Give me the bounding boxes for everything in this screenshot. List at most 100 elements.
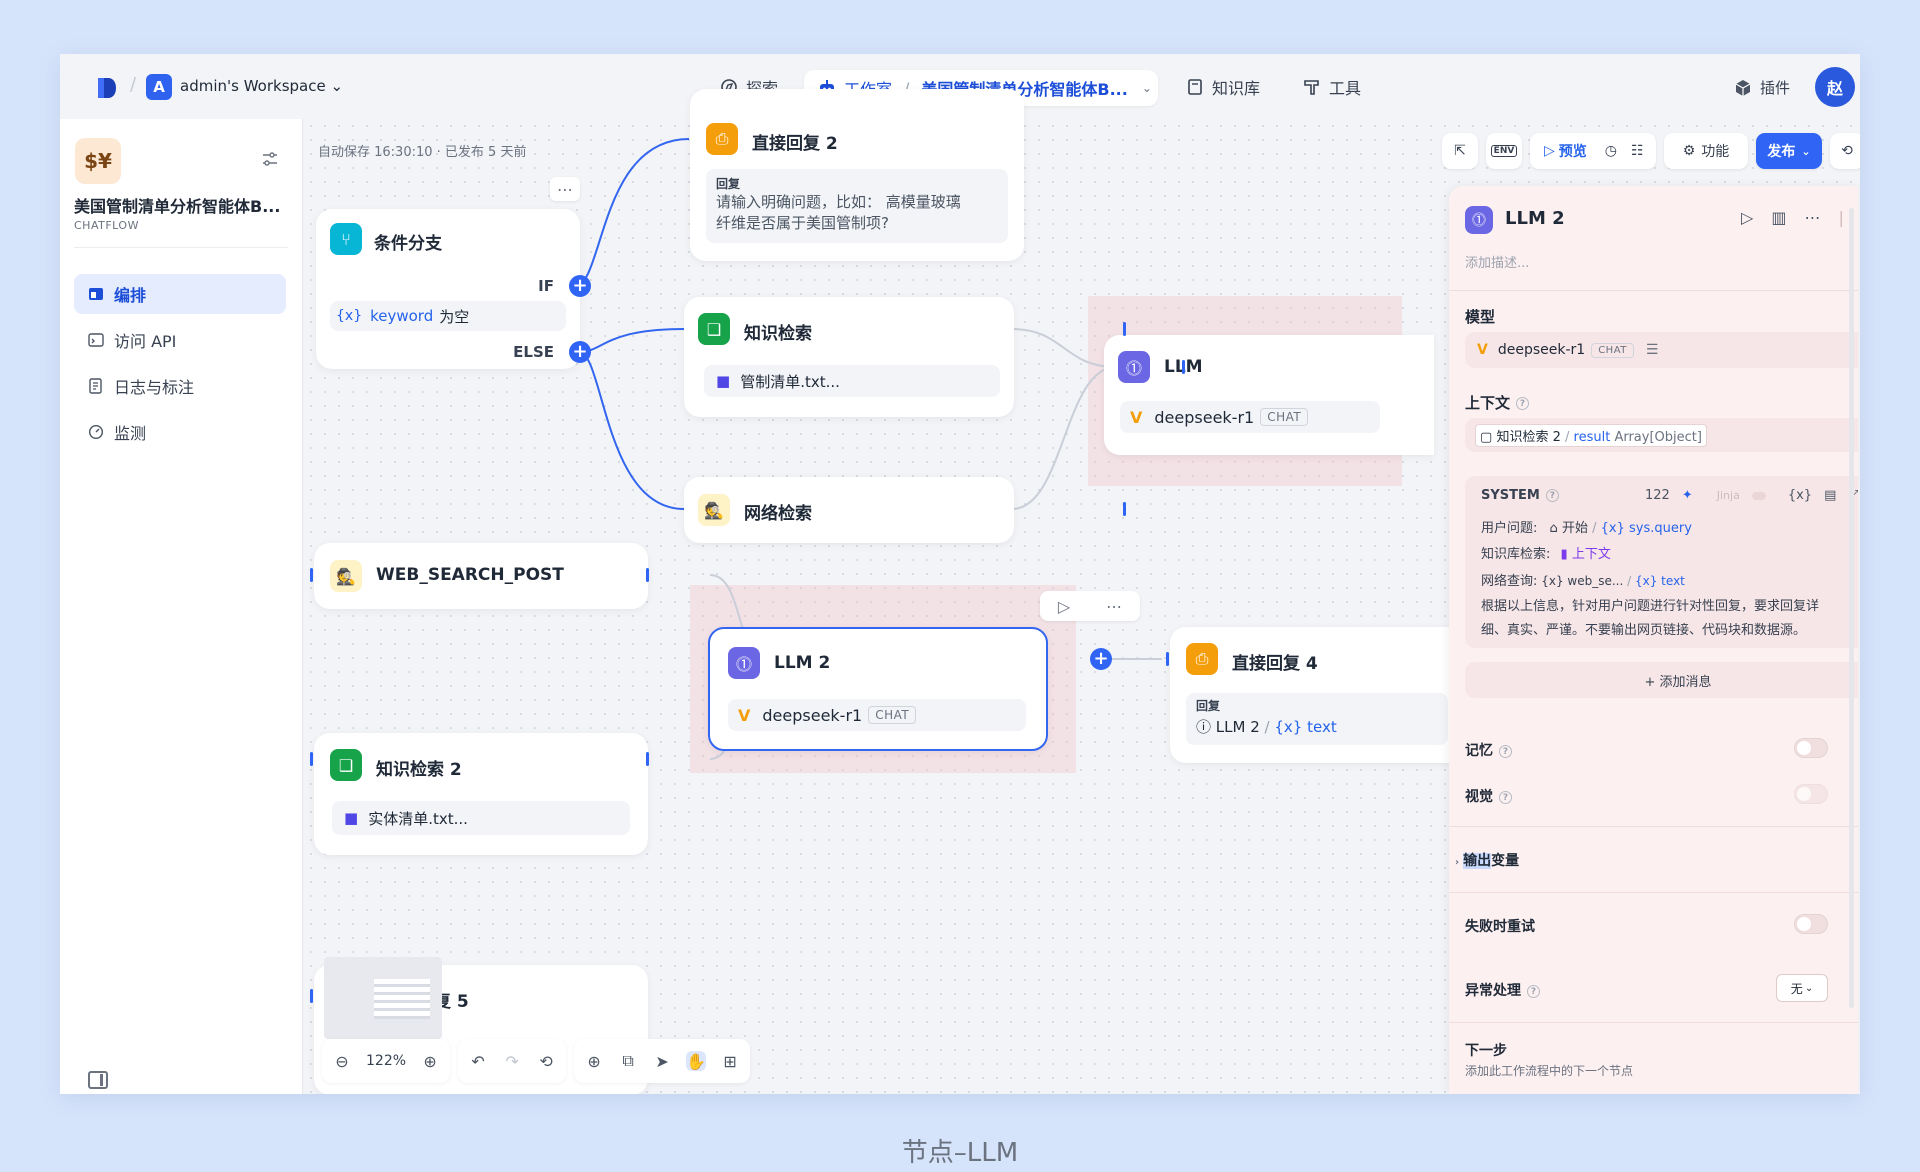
monitor-icon <box>88 424 104 440</box>
memory-label: 记忆? <box>1465 740 1512 760</box>
panel-actions: ▷ ▥ ⋯ | ✕ <box>1741 208 1858 227</box>
sidebar-item-monitor[interactable]: 监测 <box>74 412 286 452</box>
panel-title[interactable]: LLM 2 <box>1505 208 1565 229</box>
detective-icon: 🕵 <box>698 494 730 526</box>
vision-toggle[interactable] <box>1794 784 1828 804</box>
redo-icon[interactable]: ↷ <box>502 1051 522 1071</box>
chevron-down-icon: ⌄ <box>1804 982 1814 994</box>
memory-toggle[interactable] <box>1794 738 1828 758</box>
node-handle[interactable] <box>1182 360 1185 374</box>
node-handle[interactable] <box>1123 322 1126 336</box>
chevron-down-icon[interactable]: ⌄ <box>1142 81 1152 95</box>
sidebar-item-logs[interactable]: 日志与标注 <box>74 366 286 406</box>
node-web-search-post[interactable]: 🕵 WEB_SEARCH_POST <box>314 543 648 609</box>
description-input[interactable]: 添加描述... <box>1465 252 1529 271</box>
zoom-out-icon[interactable]: ⊖ <box>332 1051 352 1071</box>
model-badge: V deepseek-r1 CHAT <box>728 699 1026 731</box>
model-settings-icon[interactable]: ☰ <box>1646 342 1659 358</box>
undo-icon[interactable]: ↶ <box>468 1051 488 1071</box>
version-history-icon[interactable]: ⟲ <box>1830 133 1860 169</box>
help-icon[interactable]: ? <box>1499 744 1512 758</box>
add-branch-else-button[interactable]: + <box>569 341 591 363</box>
error-handling-select[interactable]: 无 ⌄ <box>1776 974 1828 1002</box>
node-knowledge-retrieval-2[interactable]: ❑ 知识检索 2 ■ 实体清单.txt... <box>314 733 648 855</box>
panel-divider <box>1449 826 1858 827</box>
prompt-content[interactable]: 用户问题: ⌂ 开始 / {x} sys.query 知识库检索: ▮ 上下文 … <box>1481 516 1826 643</box>
system-prompt-box[interactable]: SYSTEM? 122 ✦ Jinja {x} ▤ ⤢ 用户问题: ⌂ 开始 /… <box>1465 476 1858 648</box>
minimap[interactable] <box>324 957 442 1039</box>
node-answer-2[interactable]: ⎙ 直接回复 2 回复 请输入明确问题，比如： 高模量玻璃 纤维是否属于美国管制… <box>690 89 1024 261</box>
node-handle[interactable] <box>1166 652 1169 666</box>
help-icon[interactable]: ? <box>1499 790 1512 804</box>
context-selector[interactable]: ▢ 知识检索 2 / result Array[Object] <box>1465 418 1858 452</box>
model-selector[interactable]: V deepseek-r1 CHAT ☰ ⌄ <box>1465 332 1858 368</box>
features-button[interactable]: ⚙ 功能 <box>1664 133 1748 169</box>
run-node-icon[interactable]: ▷ <box>1741 208 1753 227</box>
help-icon[interactable]: ? <box>1516 397 1530 410</box>
node-web-search[interactable]: 🕵 网络检索 <box>684 477 1014 543</box>
share-icon[interactable]: ⇱ <box>1442 133 1478 169</box>
publish-button[interactable]: 发布 ⌄ <box>1756 133 1822 169</box>
answer-text-line: 请输入明确问题，比如： 高模量玻璃 <box>716 193 961 211</box>
node-answer-4[interactable]: ⎙ 直接回复 4 回复 ⓘ LLM 2 / {x} text <box>1170 627 1460 763</box>
node-handle[interactable] <box>1123 502 1126 516</box>
node-more-icon[interactable]: ⋯ <box>550 177 580 201</box>
node-handle[interactable] <box>310 989 313 1003</box>
zoom-level[interactable]: 122% <box>366 1053 406 1069</box>
list-icon[interactable]: ☷ <box>1631 143 1644 159</box>
insert-variable-button[interactable]: {x} <box>1788 488 1812 503</box>
output-vars-toggle[interactable]: › 输出变量 <box>1455 850 1519 870</box>
preview-button[interactable]: 预览 <box>1559 141 1587 161</box>
left-sidebar: $¥ 美国管制清单分析智能体B... CHATFLOW 编排 访问 API 日志… <box>60 119 303 1094</box>
sliders-icon[interactable] <box>262 151 278 167</box>
sparkle-icon[interactable]: ✦ <box>1682 488 1693 503</box>
env-icon[interactable]: ENV <box>1486 133 1522 169</box>
node-llm[interactable]: ⓵ LLM V deepseek-r1 CHAT <box>1104 335 1434 455</box>
add-note-icon[interactable]: ⧉ <box>618 1051 638 1071</box>
sidebar-item-api[interactable]: 访问 API <box>74 320 286 360</box>
node-knowledge-retrieval[interactable]: ❑ 知识检索 ■ 管制清单.txt... <box>684 297 1014 417</box>
more-icon[interactable]: ⋯ <box>1804 208 1820 227</box>
hand-icon[interactable]: ✋ <box>686 1051 707 1071</box>
workspace-badge[interactable]: A <box>146 74 172 100</box>
model-badge: V deepseek-r1 CHAT <box>1120 401 1380 433</box>
organize-icon[interactable]: ⊞ <box>720 1051 740 1071</box>
system-label: SYSTEM? <box>1481 488 1559 503</box>
node-handle[interactable] <box>646 752 649 766</box>
dify-logo-icon[interactable] <box>96 76 118 100</box>
retry-toggle[interactable] <box>1794 914 1828 934</box>
nav-tools[interactable]: 工具 <box>1303 72 1361 102</box>
node-handle[interactable] <box>646 568 649 582</box>
workspace-switcher[interactable]: admin's Workspace ⌄ <box>180 77 343 95</box>
jinja-toggle[interactable] <box>1751 491 1766 500</box>
add-message-button[interactable]: + 添加消息 <box>1465 662 1858 698</box>
add-branch-if-button[interactable]: + <box>569 275 591 297</box>
knowledge-file: ■ 实体清单.txt... <box>332 801 630 835</box>
history-icon[interactable]: ⟲ <box>536 1051 556 1071</box>
checklist-icon[interactable]: ◷ <box>1605 143 1617 159</box>
help-icon[interactable]: ? <box>1527 984 1540 998</box>
sidebar-collapse-icon[interactable] <box>88 1071 108 1089</box>
play-icon[interactable]: ▷ <box>1058 597 1070 616</box>
node-llm-2[interactable]: ⓵ LLM 2 V deepseek-r1 CHAT <box>708 627 1048 751</box>
clipboard-icon[interactable]: ▤ <box>1824 488 1836 503</box>
pointer-icon[interactable]: ➤ <box>652 1051 672 1071</box>
sidebar-item-orchestrate[interactable]: 编排 <box>74 274 286 314</box>
user-avatar[interactable]: 赵 <box>1815 67 1855 107</box>
node-handle[interactable] <box>310 752 313 766</box>
help-book-icon[interactable]: ▥ <box>1771 208 1786 227</box>
help-icon[interactable]: ? <box>1545 489 1559 502</box>
play-icon[interactable]: ▷ <box>1544 143 1555 159</box>
panel-scrollbar[interactable] <box>1849 208 1854 1008</box>
more-icon[interactable]: ⋯ <box>1106 597 1122 616</box>
nav-plugins[interactable]: 插件 <box>1734 77 1790 98</box>
node-handle[interactable] <box>310 568 313 582</box>
nav-knowledge[interactable]: 知识库 <box>1186 72 1260 102</box>
add-next-node-button[interactable]: + <box>1090 648 1112 670</box>
answer-ref-var: {x} text <box>1274 718 1337 736</box>
condition-row[interactable]: {x} keyword 为空 <box>330 301 566 331</box>
add-node-icon[interactable]: ⊕ <box>584 1051 604 1071</box>
publish-label: 发布 <box>1767 144 1796 160</box>
node-if-else[interactable]: ⑂ 条件分支 IF {x} keyword 为空 ELSE <box>316 209 580 369</box>
zoom-in-icon[interactable]: ⊕ <box>420 1051 440 1071</box>
